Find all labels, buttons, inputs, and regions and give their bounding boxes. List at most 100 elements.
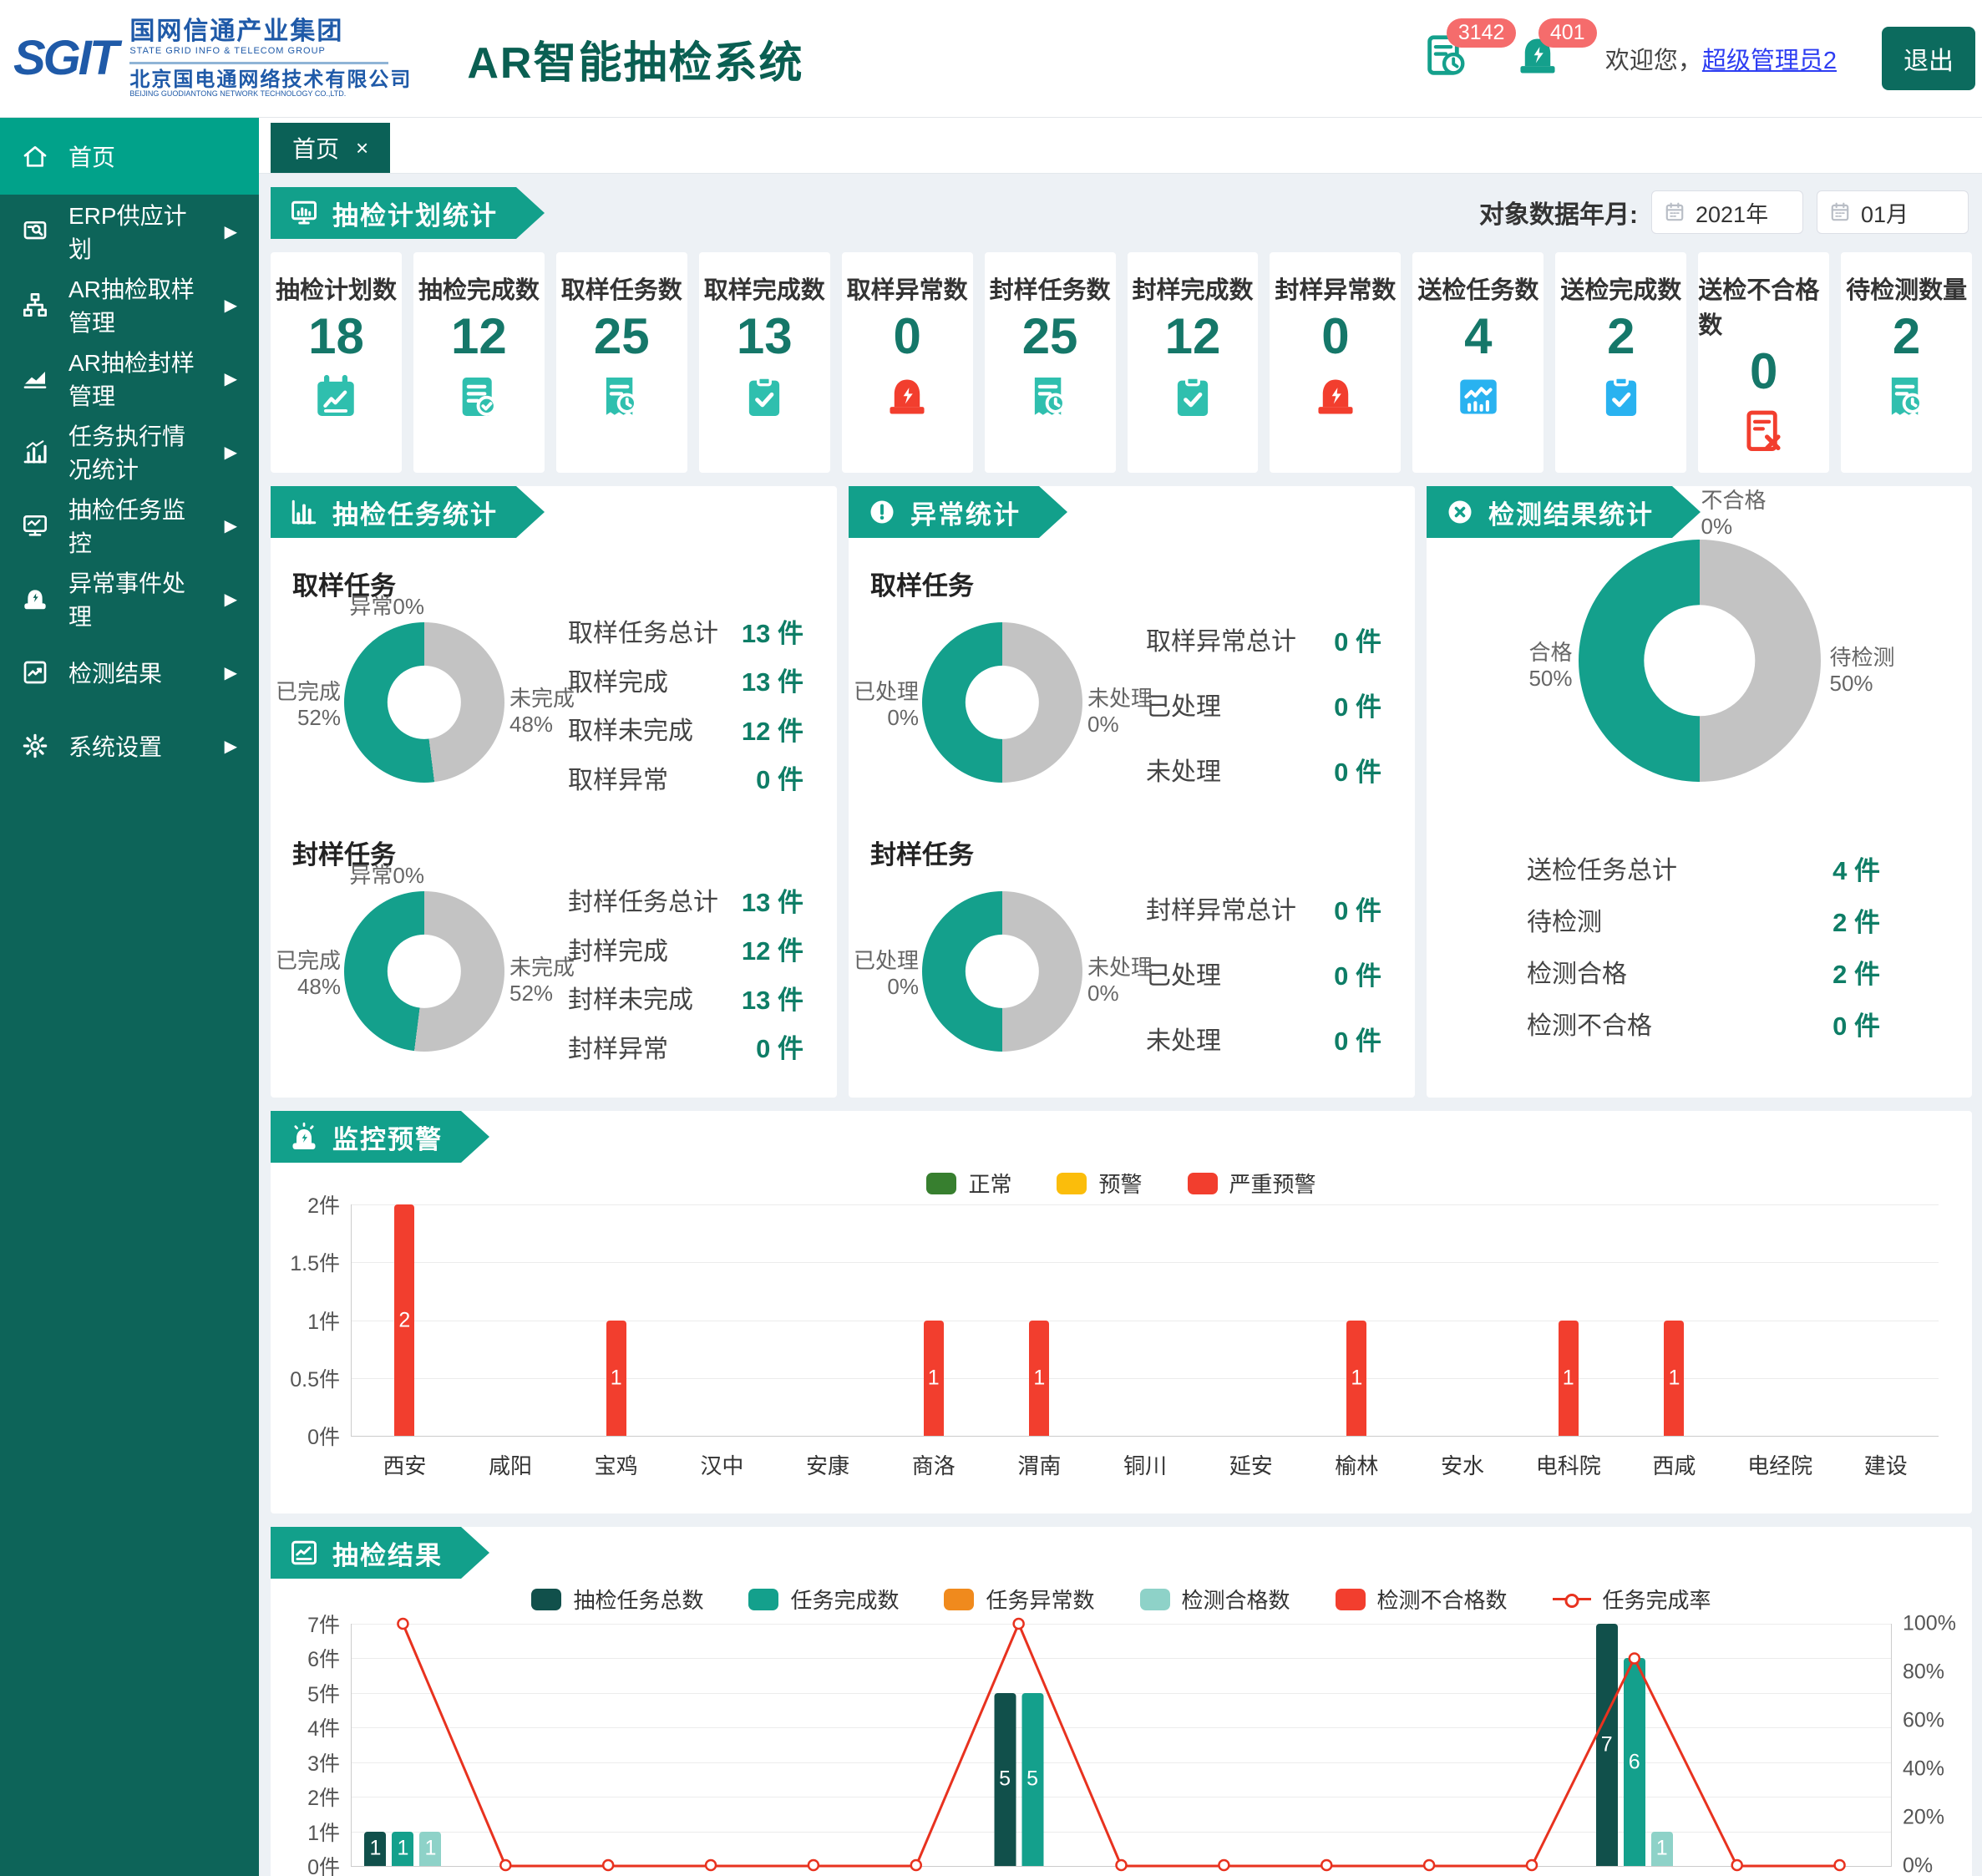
sidebar-item-任务执行情况统计[interactable]: 任务执行情况统计 ▶ — [0, 415, 259, 489]
x-axis-label: 咸阳 — [489, 1453, 533, 1478]
series-bar-任务完成数: 1 — [392, 1831, 414, 1866]
legend-item-任务异常数[interactable]: 任务异常数 — [944, 1584, 1095, 1615]
axis-tick-label: 2件 — [307, 1787, 340, 1811]
sidebar-item-抽检任务监控[interactable]: 抽检任务监控 ▶ — [0, 489, 259, 562]
sidebar-item-系统设置[interactable]: 系统设置 ▶ — [0, 709, 259, 783]
legend-item-预警[interactable]: 预警 — [1057, 1168, 1143, 1199]
stat-row-value: 0 件 — [756, 1034, 803, 1064]
sidebar-item-label: AR抽检取样管理 — [68, 276, 195, 336]
stat-card-value: 13 — [736, 308, 793, 364]
month-select[interactable]: 01月 — [1817, 190, 1969, 234]
sidebar-item-label: AR抽检封样管理 — [68, 350, 195, 409]
sealing-icon — [22, 365, 48, 392]
stat-card-value: 4 — [1464, 308, 1493, 364]
x-axis-label: 铜川 — [1123, 1453, 1168, 1478]
stat-row: 封样任务总计 13 件 — [568, 881, 803, 919]
panel-row: 抽检任务统计 取样任务 异常0% 已完成 52% 未完成 48% 取样任务总计 … — [271, 486, 1972, 1098]
stat-row-value: 13 件 — [741, 985, 803, 1015]
date-filter: 对象数据年月: 2021年 01月 — [1479, 190, 1969, 234]
stat-row-label: 取样任务总计 — [568, 620, 718, 648]
stat-card-value: 0 — [1321, 308, 1350, 364]
legend-item-任务完成数[interactable]: 任务完成数 — [748, 1584, 899, 1615]
sidebar-item-检测结果[interactable]: 检测结果 ▶ — [0, 636, 259, 709]
sealing-donut-chart: 异常0% 已完成 48% 未完成 52% — [271, 863, 575, 1075]
x-axis-labels: 西安 咸阳 宝鸡 汉中 安康 商洛 渭南 铜川 延安 榆林 安水 电科院 西咸 电经院 建设 — [352, 1449, 1939, 1480]
category-slot: 2 — [352, 1204, 458, 1436]
series-bar-检测合格数: 1 — [1650, 1831, 1673, 1866]
task-notification-button[interactable]: 3142 — [1422, 18, 1517, 85]
category-slot — [454, 1624, 557, 1866]
donut — [922, 622, 1082, 783]
donut — [344, 622, 504, 783]
stat-card: 送检任务数 4 — [1412, 252, 1544, 473]
stat-card-label: 封样完成数 — [1132, 277, 1254, 304]
legend-item-抽检任务总数[interactable]: 抽检任务总数 — [531, 1584, 703, 1615]
stat-row-value: 2 件 — [1832, 907, 1880, 937]
alert-notification-button[interactable]: 401 — [1513, 18, 1597, 85]
receipt-clock-icon — [597, 373, 646, 421]
x-axis-label: 商洛 — [911, 1453, 956, 1478]
legend-item-检测合格数[interactable]: 检测合格数 — [1139, 1584, 1290, 1615]
legend-label: 抽检任务总数 — [573, 1588, 704, 1613]
sidebar-item-首页[interactable]: 首页 — [0, 118, 259, 195]
sampling-result-banner: 抽检结果 — [271, 1527, 489, 1579]
sidebar-item-label: 检测结果 — [68, 661, 163, 687]
stat-row-value: 0 件 — [1334, 895, 1381, 925]
category-slot — [1410, 1204, 1516, 1436]
category-slot — [1070, 1624, 1173, 1866]
legend-item-任务完成率[interactable]: 任务完成率 — [1552, 1584, 1711, 1615]
axis-tick-label: 5件 — [307, 1682, 340, 1706]
bar-value-label: 1 — [1668, 1366, 1680, 1390]
stat-row: 待检测 2 件 — [1527, 901, 1880, 939]
stat-row-label: 待检测 — [1527, 909, 1602, 936]
stat-row-value: 4 件 — [1832, 855, 1880, 885]
stat-card: 封样完成数 12 — [1127, 252, 1259, 473]
stat-card-value: 12 — [1164, 308, 1221, 364]
axis-tick-label: 0件 — [307, 1426, 340, 1449]
legend-item-正常[interactable]: 正常 — [926, 1168, 1011, 1199]
chevron-right-icon: ▶ — [224, 590, 237, 609]
axis-tick-label: 7件 — [307, 1614, 340, 1637]
bar-value-label: 6 — [1628, 1750, 1640, 1774]
bar-group: 55 — [994, 1624, 1044, 1866]
stat-card: 待检测数量 2 — [1841, 252, 1973, 473]
warning-bar: 1 — [1029, 1320, 1050, 1436]
stat-card-label: 送检不合格数 — [1698, 277, 1820, 339]
donut-label-left: 已处理 0% — [853, 948, 919, 999]
sidebar-item-异常事件处理[interactable]: 异常事件处理 ▶ — [0, 562, 259, 636]
stat-row-value: 0 件 — [1334, 692, 1381, 722]
stat-card: 取样任务数 25 — [555, 252, 687, 473]
legend-item-严重预警[interactable]: 严重预警 — [1187, 1168, 1316, 1199]
stat-row-label: 检测不合格 — [1527, 1012, 1652, 1040]
task-stats-banner: 抽检任务统计 — [271, 486, 545, 538]
bar-value-label: 7 — [1600, 1732, 1613, 1757]
donut-label-right: 待检测 50% — [1829, 645, 1895, 696]
category-slot: 1 — [1304, 1204, 1410, 1436]
block-subtitle: 封样任务 — [870, 840, 974, 870]
year-select[interactable]: 2021年 — [1651, 190, 1803, 234]
legend-swatch — [1187, 1172, 1218, 1194]
stat-row: 取样异常总计 0 件 — [1146, 621, 1381, 658]
logout-button[interactable]: 退出 — [1882, 27, 1975, 90]
stat-row: 封样未完成 13 件 — [568, 979, 803, 1017]
category-slot: 1 — [1621, 1204, 1727, 1436]
stat-row-label: 取样未完成 — [568, 717, 693, 746]
x-axis-label: 电科院 — [1535, 1453, 1601, 1478]
donut-label-right: 未完成 52% — [509, 955, 575, 1006]
legend-item-检测不合格数[interactable]: 检测不合格数 — [1335, 1584, 1508, 1615]
x-axis-label: 安水 — [1441, 1453, 1485, 1478]
chevron-right-icon: ▶ — [224, 516, 237, 535]
sidebar-item-AR抽检封样管理[interactable]: AR抽检封样管理 ▶ — [0, 342, 259, 415]
sidebar-item-ERP供应计划[interactable]: ERP供应计划 ▶ — [0, 195, 259, 268]
tab-home[interactable]: 首页 × — [271, 123, 391, 173]
warning-bar: 1 — [1558, 1320, 1579, 1436]
bar-value-label: 1 — [369, 1836, 382, 1860]
stat-row-value: 13 件 — [741, 618, 803, 648]
current-user-link[interactable]: 超级管理员2 — [1702, 48, 1837, 74]
sidebar-item-AR抽检取样管理[interactable]: AR抽检取样管理 ▶ — [0, 268, 259, 342]
legend-swatch — [1139, 1588, 1170, 1610]
category-slot — [557, 1624, 660, 1866]
result-stats-panel: 检测结果统计 不合格 0% 合格 50% 待检测 50% 送检任务总计 4 件待检测 2 … — [1427, 486, 1972, 1098]
tab-close-icon[interactable]: × — [356, 135, 368, 161]
doc-check-icon — [454, 373, 503, 421]
